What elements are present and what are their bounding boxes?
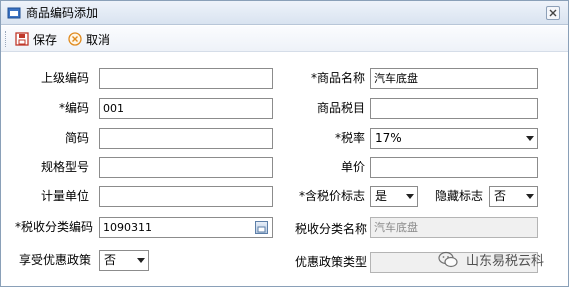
product-tax-item-input[interactable] [370,98,538,119]
chevron-down-icon [406,194,414,199]
code-input[interactable]: 001 [99,98,273,119]
close-icon [549,9,557,17]
tax-included-flag-select[interactable]: 是 [370,186,418,207]
hidden-flag-value: 否 [494,189,507,203]
parent-code-input[interactable] [99,68,273,89]
save-button[interactable]: 保存 [15,30,57,48]
tax-rate-select[interactable]: 17% [370,128,538,149]
short-code-label: 简码 [64,131,89,145]
preferential-policy-label: 享受优惠政策 [18,253,91,267]
product-name-label: *商品名称 [310,71,365,85]
cancel-label: 取消 [86,32,111,47]
tax-category-name-label: 税收分类名称 [294,222,367,236]
chevron-down-icon [137,258,145,263]
save-label: 保存 [33,32,58,47]
picker-icon [257,226,266,233]
wechat-icon [438,251,458,267]
chevron-down-icon [526,136,534,141]
tax-category-code-label: *税收分类编码 [14,220,93,234]
watermark-text: 山东易税云科 [466,254,545,269]
tax-included-flag-value: 是 [375,189,388,203]
parent-code-label: 上级编码 [40,71,89,85]
close-button[interactable] [546,6,560,20]
unit-price-label: 单价 [340,160,365,174]
unit-of-measure-input[interactable] [99,186,273,207]
tax-rate-value: 17% [375,131,402,145]
short-code-input[interactable] [99,128,273,149]
preferential-policy-value: 否 [104,253,117,267]
dialog-window: 商品编码添加 保存 取消 上级编码 *编码 001 简码 规格型号 计量单位 *… [0,0,569,287]
window-title: 商品编码添加 [26,6,99,20]
chevron-down-icon [526,194,534,199]
hidden-flag-label: 隐藏标志 [434,189,483,203]
toolbar-grip [5,31,8,47]
product-name-input[interactable]: 汽车底盘 [370,68,538,89]
unit-of-measure-label: 计量单位 [40,189,89,203]
spec-model-label: 规格型号 [40,160,89,174]
toolbar: 保存 取消 [1,26,568,52]
product-tax-item-label: 商品税目 [316,101,365,115]
tax-category-code-input[interactable]: 1090311 [99,217,273,238]
save-icon [15,32,29,46]
cancel-button[interactable]: 取消 [68,30,110,48]
tax-category-name-field: 汽车底盘 [370,217,538,238]
preferential-policy-type-label: 优惠政策类型 [294,255,367,269]
picker-button[interactable] [255,221,268,234]
cancel-icon [68,32,82,46]
spec-model-input[interactable] [99,157,273,178]
preferential-policy-select[interactable]: 否 [99,250,149,271]
tax-rate-label: *税率 [334,131,365,145]
unit-price-input[interactable] [370,157,538,178]
title-bar[interactable]: 商品编码添加 [1,1,568,25]
tax-category-code-value: 1090311 [103,221,152,234]
hidden-flag-select[interactable]: 否 [489,186,538,207]
app-window-icon [7,7,21,19]
tax-included-flag-label: *含税价标志 [298,189,365,203]
watermark: 山东易税云科 [438,250,544,269]
code-label: *编码 [58,101,89,115]
